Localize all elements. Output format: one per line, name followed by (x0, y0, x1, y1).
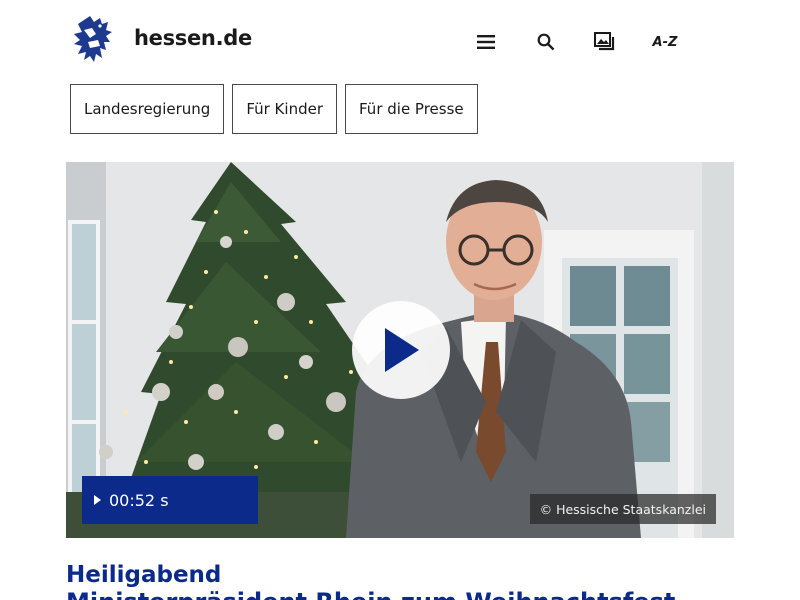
quick-link-fuer-kinder[interactable]: Für Kinder (232, 84, 337, 134)
image-credit: © Hessische Staatskanzlei (529, 494, 716, 524)
video-duration-badge[interactable]: 00:52 s (82, 476, 258, 524)
article-headline[interactable]: Ministerpräsident Rhein zum Weihnachtsfe… (66, 588, 746, 600)
site-name[interactable]: hessen.de (134, 26, 252, 50)
video-duration: 00:52 s (109, 490, 169, 510)
hessen-lion-logo[interactable] (70, 14, 118, 64)
article-kicker[interactable]: Heiligabend (66, 562, 221, 588)
play-small-icon (94, 495, 101, 505)
site-header: hessen.de A-Z (0, 0, 800, 80)
media-gallery-icon[interactable] (591, 28, 619, 56)
quick-links: Landesregierung Für Kinder Für die Press… (70, 84, 478, 134)
search-icon[interactable] (532, 28, 560, 56)
play-icon (385, 328, 419, 372)
play-button[interactable] (352, 301, 450, 399)
quick-link-landesregierung[interactable]: Landesregierung (70, 84, 225, 134)
quick-link-fuer-die-presse[interactable]: Für die Presse (345, 84, 478, 134)
hero-video[interactable]: 00:52 s © Hessische Staatskanzlei (66, 162, 734, 538)
a-z-index-link[interactable]: A-Z (648, 28, 682, 56)
menu-icon[interactable] (472, 28, 500, 56)
